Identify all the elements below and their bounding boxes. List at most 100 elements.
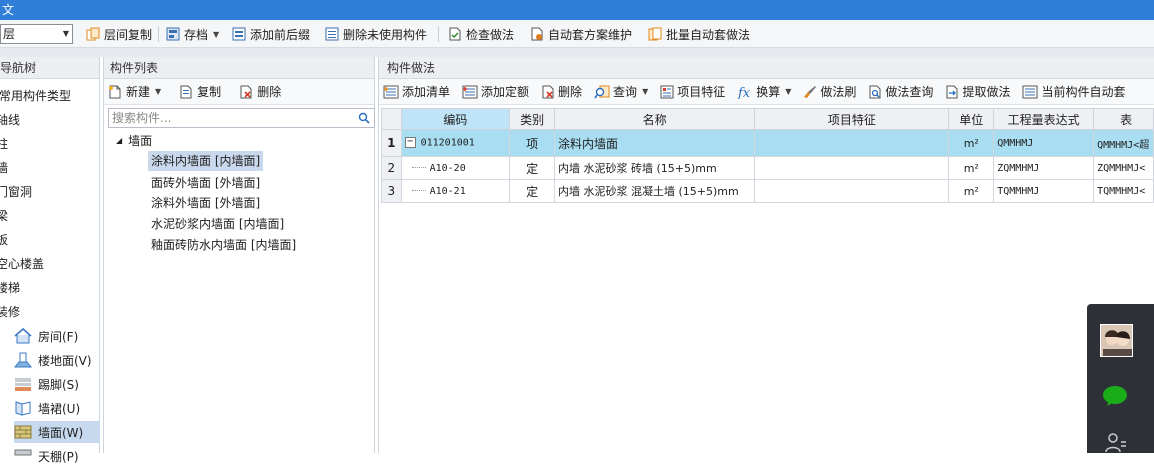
add-bill-button[interactable]: 添加清单 bbox=[383, 83, 450, 100]
tree-item-skirting[interactable]: 踢脚(S) bbox=[14, 373, 100, 395]
method-query-button[interactable]: 做法查询 bbox=[868, 83, 933, 100]
item-feature-button[interactable]: 项目特征 bbox=[660, 83, 725, 100]
method-table: 编码 类别 名称 项目特征 单位 工程量表达式 表 1 −011201001 项… bbox=[381, 108, 1154, 203]
component-item[interactable]: 釉面砖防水内墙面 [内墙面] bbox=[148, 235, 299, 255]
row-number-header bbox=[381, 108, 402, 130]
cell-type[interactable]: 项 bbox=[509, 129, 555, 157]
cell-feature[interactable] bbox=[754, 129, 950, 157]
delete-component-button[interactable]: 删除 bbox=[239, 83, 281, 100]
column-header-expression[interactable]: 工程量表达式 bbox=[993, 108, 1095, 130]
chevron-down-icon[interactable]: ▼ bbox=[155, 87, 161, 96]
cell-unit[interactable]: m² bbox=[948, 129, 995, 157]
search-icon bbox=[594, 85, 610, 98]
cell-expression[interactable]: TQMMHMJ bbox=[993, 179, 1095, 203]
column-header-code[interactable]: 编码 bbox=[400, 108, 511, 130]
column-header-unit[interactable]: 单位 bbox=[948, 108, 995, 130]
cell-name[interactable]: 涂料内墙面 bbox=[553, 129, 756, 157]
add-prefix-suffix-button[interactable]: 添加前后缀 bbox=[232, 24, 310, 44]
tree-item-common[interactable]: 常用构件类型 bbox=[0, 85, 71, 107]
tree-item-wall-surface[interactable]: 墙面(W) bbox=[14, 421, 100, 443]
tree-item-stairs[interactable]: 楼梯 bbox=[0, 277, 20, 299]
tree-item-decoration[interactable]: 装修 bbox=[0, 301, 20, 323]
chat-icon[interactable] bbox=[1102, 385, 1128, 407]
chevron-down-icon[interactable]: ▼ bbox=[213, 30, 219, 39]
convert-button[interactable]: fx 换算 ▼ bbox=[737, 83, 791, 100]
component-item[interactable]: 涂料外墙面 [外墙面] bbox=[148, 193, 263, 213]
auto-apply-icon bbox=[1022, 85, 1038, 98]
column-header-expression-desc[interactable]: 表 bbox=[1093, 108, 1154, 130]
current-auto-method-button[interactable]: 当前构件自动套 bbox=[1022, 83, 1125, 100]
tree-item-floor-surface[interactable]: 楼地面(V) bbox=[14, 349, 100, 371]
method-brush-button[interactable]: 做法刷 bbox=[803, 83, 856, 100]
cell-code[interactable]: A10-20 bbox=[400, 156, 511, 180]
cell-code[interactable]: A10-21 bbox=[400, 179, 511, 203]
title-text: 文 bbox=[2, 3, 15, 17]
chevron-down-icon[interactable]: ▼ bbox=[63, 25, 69, 43]
batch-doc-icon bbox=[648, 27, 662, 41]
contacts-icon[interactable] bbox=[1104, 432, 1128, 453]
cell-expression-desc[interactable]: ZQMMHMJ< bbox=[1093, 156, 1154, 180]
doc-search-icon bbox=[869, 85, 881, 98]
avatar[interactable] bbox=[1100, 324, 1133, 357]
cell-name[interactable]: 内墙 水泥砂浆 混凝土墙 (15+5)mm bbox=[553, 179, 756, 203]
tree-item-axis[interactable]: 轴线 bbox=[0, 109, 20, 131]
tree-group-wall-surface[interactable]: ◢ 墙面 bbox=[116, 131, 152, 151]
tree-item-hollow-slab[interactable]: 空心楼盖 bbox=[0, 253, 44, 275]
prefix-suffix-icon bbox=[232, 27, 246, 41]
chevron-down-icon[interactable]: ▼ bbox=[642, 87, 648, 96]
search-icon[interactable] bbox=[358, 112, 370, 124]
floating-contact-widget bbox=[1087, 304, 1154, 453]
column-header-feature[interactable]: 项目特征 bbox=[754, 108, 950, 130]
cell-name[interactable]: 内墙 水泥砂浆 砖墙 (15+5)mm bbox=[553, 156, 756, 180]
cell-expression-desc[interactable]: QMMHMJ<超 bbox=[1093, 129, 1154, 157]
cell-expression-desc[interactable]: TQMMHMJ< bbox=[1093, 179, 1154, 203]
tree-item-dado[interactable]: 墙裙(U) bbox=[14, 397, 100, 419]
component-item[interactable]: 面砖外墙面 [外墙面] bbox=[148, 173, 263, 193]
component-search-input[interactable]: 搜索构件... bbox=[108, 108, 375, 128]
function-fx-icon: fx bbox=[737, 86, 751, 99]
cell-unit[interactable]: m² bbox=[948, 156, 995, 180]
cell-type[interactable]: 定 bbox=[509, 179, 555, 203]
cell-feature[interactable] bbox=[754, 156, 950, 180]
delete-unused-button[interactable]: 删除未使用构件 bbox=[325, 24, 427, 44]
cell-expression[interactable]: QMMHMJ bbox=[993, 129, 1095, 157]
tree-item-door-window[interactable]: 门窗洞 bbox=[0, 181, 32, 203]
new-component-button[interactable]: 新建 ▼ bbox=[108, 83, 161, 100]
table-row[interactable]: 1 −011201001 项 涂料内墙面 m² QMMHMJ QMMHMJ<超 bbox=[381, 129, 1154, 157]
tree-item-room[interactable]: 房间(F) bbox=[14, 325, 100, 347]
component-item[interactable]: 水泥砂浆内墙面 [内墙面] bbox=[148, 214, 287, 234]
auto-scheme-maintain-button[interactable]: 自动套方案维护 bbox=[530, 24, 632, 44]
cell-expression[interactable]: ZQMMHMJ bbox=[993, 156, 1095, 180]
delete-method-button[interactable]: 删除 bbox=[541, 83, 582, 100]
column-header-name[interactable]: 名称 bbox=[553, 108, 756, 130]
add-quota-button[interactable]: 添加定额 bbox=[462, 83, 529, 100]
cell-unit[interactable]: m² bbox=[948, 179, 995, 203]
extract-method-button[interactable]: 提取做法 bbox=[945, 83, 1010, 100]
tree-item-column[interactable]: 柱 bbox=[0, 133, 8, 155]
batch-auto-method-button[interactable]: 批量自动套做法 bbox=[648, 24, 750, 44]
column-header-type[interactable]: 类别 bbox=[509, 108, 555, 130]
avatar-photo-icon bbox=[1101, 325, 1132, 356]
collapse-triangle-icon[interactable]: ◢ bbox=[116, 131, 122, 151]
collapse-minus-icon[interactable]: − bbox=[404, 137, 416, 149]
copy-component-button[interactable]: 复制 bbox=[179, 83, 221, 100]
table-row[interactable]: 3 A10-21 定 内墙 水泥砂浆 混凝土墙 (15+5)mm m² TQMM… bbox=[381, 179, 1154, 203]
cell-type[interactable]: 定 bbox=[509, 156, 555, 180]
tree-item-beam[interactable]: 梁 bbox=[0, 205, 8, 227]
chevron-down-icon[interactable]: ▼ bbox=[785, 87, 791, 96]
copy-between-floors-button[interactable]: 层间复制 bbox=[86, 24, 152, 44]
delete-icon bbox=[542, 85, 554, 98]
check-method-button[interactable]: 检查做法 bbox=[448, 24, 514, 44]
component-item[interactable]: 涂料内墙面 [内墙面] bbox=[148, 151, 264, 171]
component-list-toolbar: 新建 ▼ 复制 删除 bbox=[104, 79, 374, 105]
table-row[interactable]: 2 A10-20 定 内墙 水泥砂浆 砖墙 (15+5)mm m² ZQMMHM… bbox=[381, 156, 1154, 180]
nav-tree-header: 导航树 bbox=[0, 57, 99, 79]
floor-select[interactable]: 层 ▼ bbox=[0, 24, 73, 44]
query-button[interactable]: 查询 ▼ bbox=[594, 83, 648, 100]
cell-code[interactable]: −011201001 bbox=[400, 129, 511, 157]
tree-item-ceiling[interactable]: 天棚(P) bbox=[14, 445, 100, 467]
cell-feature[interactable] bbox=[754, 179, 950, 203]
save-archive-button[interactable]: 存档 ▼ bbox=[166, 24, 219, 44]
tree-item-slab[interactable]: 板 bbox=[0, 229, 8, 251]
tree-item-wall[interactable]: 墙 bbox=[0, 157, 8, 179]
